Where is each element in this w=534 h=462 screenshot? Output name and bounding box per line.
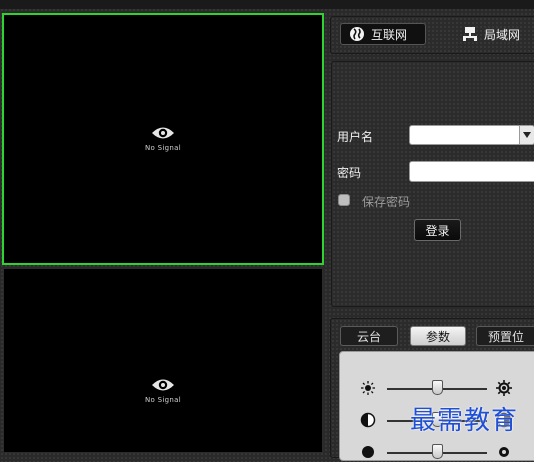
video-panel-2[interactable]: No Signal (3, 268, 323, 453)
lan-label: 局域网 (484, 27, 521, 42)
tab-ptz[interactable]: 云台 (340, 326, 398, 346)
internet-button[interactable]: 互联网 (340, 23, 426, 45)
saturation-slider-thumb[interactable] (432, 444, 443, 459)
remember-password-checkbox[interactable] (338, 194, 350, 206)
sun-small-icon (361, 381, 375, 395)
lan-button[interactable]: 局域网 (454, 23, 534, 45)
password-label: 密码 (337, 166, 362, 180)
globe-icon (350, 27, 364, 41)
eye-icon (152, 127, 174, 139)
saturation-icon (362, 446, 374, 458)
video-panel-1[interactable]: No Signal (2, 13, 324, 265)
no-signal-indicator: No Signal (4, 125, 322, 152)
tab-preset[interactable]: 预置位 (476, 326, 534, 346)
tab-params[interactable]: 参数 (410, 326, 466, 346)
eye-icon (152, 379, 174, 391)
contrast-icon (360, 412, 376, 428)
gear-icon (499, 447, 509, 457)
control-panel: 云台 参数 预置位 (330, 318, 534, 461)
login-button[interactable]: 登录 (414, 219, 461, 241)
network-selector: 互联网 局域网 (330, 16, 534, 54)
network-icon (463, 27, 477, 41)
username-label: 用户名 (337, 130, 374, 144)
password-input[interactable] (409, 161, 534, 182)
no-signal-text: No Signal (145, 144, 181, 152)
saturation-slider-row (340, 444, 534, 462)
internet-label: 互联网 (371, 27, 408, 42)
no-signal-indicator: No Signal (4, 377, 322, 404)
username-dropdown-button[interactable] (519, 125, 534, 145)
login-panel: 用户名 密码 保存密码 登录 (331, 61, 534, 307)
chevron-down-icon (523, 132, 531, 138)
top-strip (0, 0, 534, 9)
remember-password-label: 保存密码 (362, 195, 411, 209)
brightness-slider-thumb[interactable] (432, 380, 443, 395)
watermark: 最需教育 (410, 406, 519, 436)
sun-large-icon (496, 380, 512, 396)
no-signal-text: No Signal (145, 396, 181, 404)
username-input[interactable] (409, 125, 521, 145)
brightness-slider-row (340, 380, 534, 398)
